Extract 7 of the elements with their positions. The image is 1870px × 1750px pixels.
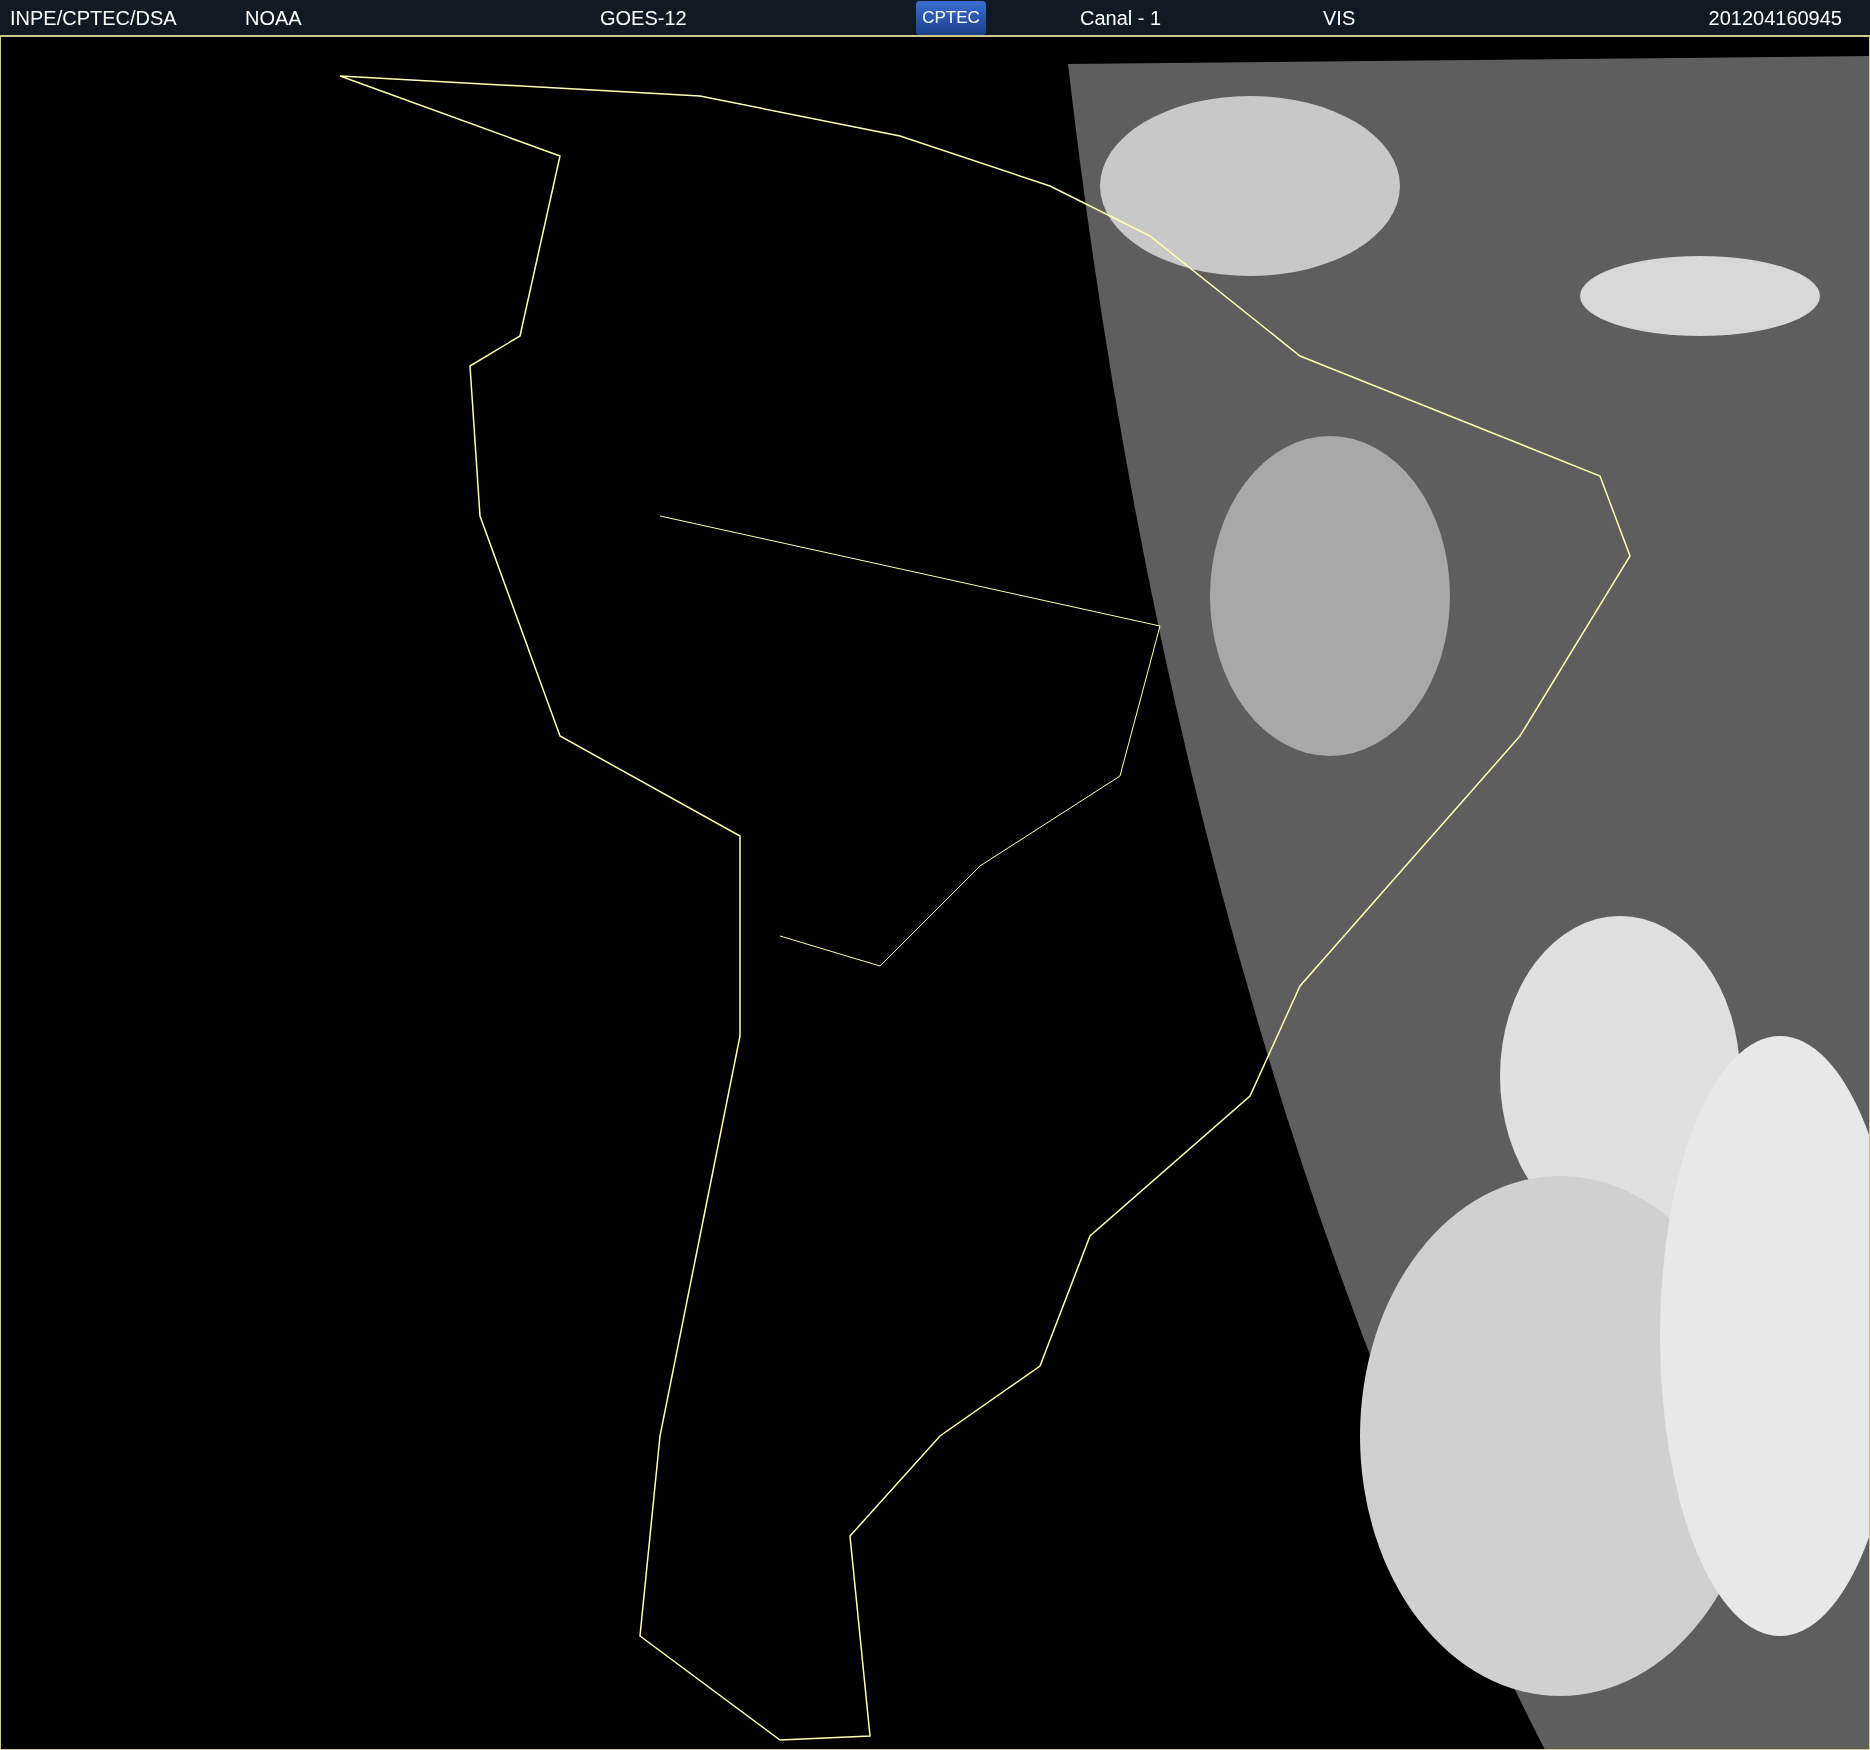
agency-label: NOAA	[245, 7, 303, 28]
logo-badge: CPTEC	[916, 0, 986, 35]
channel-label: Canal - 1	[1080, 7, 1163, 28]
source-label: INPE/CPTEC/DSA	[10, 7, 178, 28]
satellite-label: GOES-12	[600, 7, 688, 28]
timestamp-label: 201204160945	[1708, 7, 1843, 28]
band-label: VIS	[1323, 7, 1356, 28]
